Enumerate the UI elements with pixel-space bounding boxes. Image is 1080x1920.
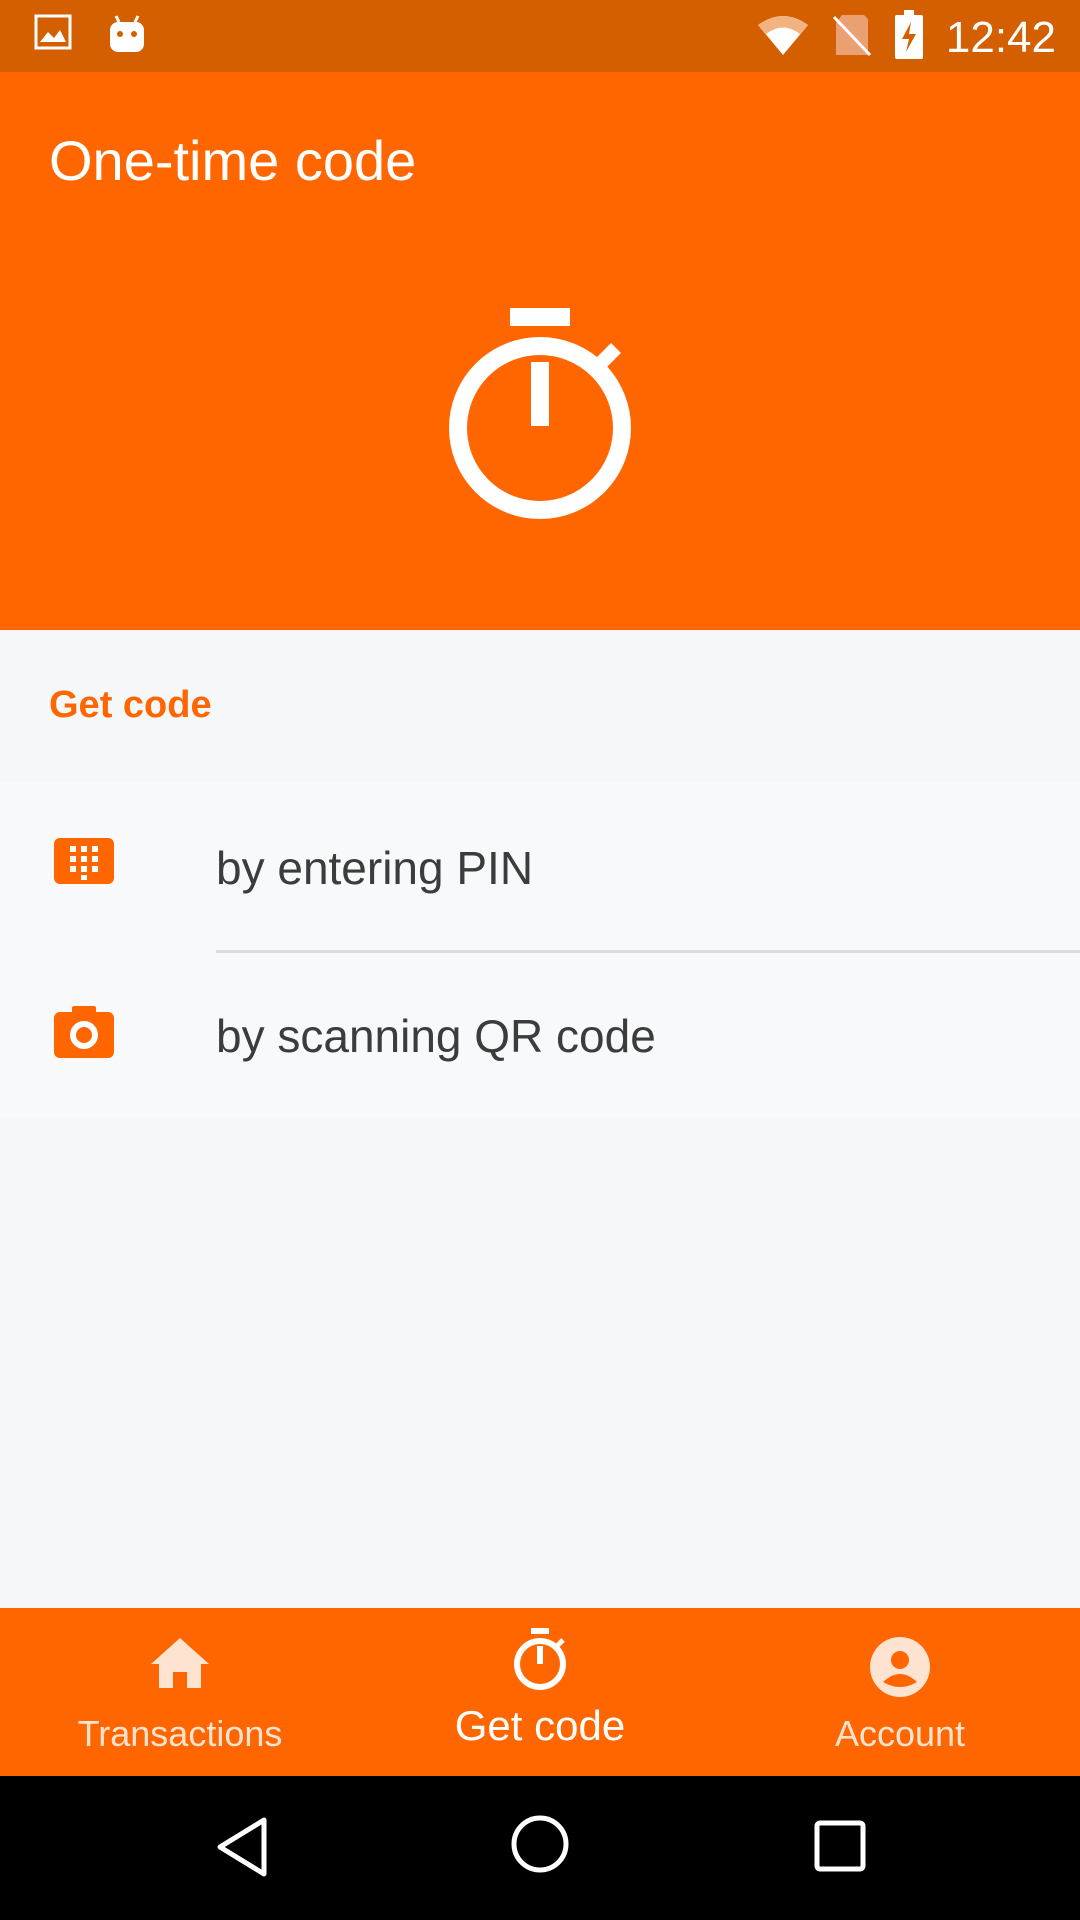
page-title: One-time code: [49, 129, 417, 192]
nav-item-get-code[interactable]: Get code: [360, 1608, 720, 1776]
list-item-label: by scanning QR code: [216, 1010, 656, 1062]
nav-item-transactions[interactable]: Transactions: [0, 1608, 360, 1776]
nav-label: Get code: [454, 1702, 626, 1749]
dialpad-icon: [54, 838, 114, 888]
system-navigation-bar: [0, 1776, 1080, 1920]
list-item-enter-pin[interactable]: by entering PIN: [0, 782, 1080, 953]
back-icon[interactable]: [214, 1816, 268, 1883]
app-header: One-time code: [0, 72, 1080, 630]
status-clock: 12:42: [945, 12, 1056, 62]
image-icon: [34, 14, 72, 61]
home-icon: [149, 1636, 211, 1695]
battery-charging-icon: [894, 10, 924, 65]
home-circle-icon[interactable]: [510, 1814, 570, 1879]
android-icon: [108, 14, 146, 61]
status-bar: 12:42: [0, 0, 1080, 72]
list-item-label: by entering PIN: [216, 842, 534, 894]
get-code-options-list: by entering PIN by scanning QR code: [0, 782, 1080, 1118]
content-area: Get code by entering PIN by scanning QR …: [0, 630, 1080, 1608]
wifi-icon: [756, 13, 810, 62]
list-item-scan-qr[interactable]: by scanning QR code: [0, 950, 1080, 1118]
nav-item-account[interactable]: Account: [720, 1608, 1080, 1776]
bottom-navigation: Transactions Get code Account: [0, 1608, 1080, 1776]
nav-label: Transactions: [77, 1713, 283, 1754]
stopwatch-icon: [444, 308, 640, 525]
no-sim-icon: [832, 13, 872, 62]
section-header: Get code: [49, 684, 212, 726]
camera-icon: [54, 1006, 114, 1058]
nav-label: Account: [834, 1713, 966, 1754]
stopwatch-icon: [511, 1628, 569, 1697]
account-circle-icon: [869, 1636, 931, 1703]
recents-icon[interactable]: [814, 1820, 866, 1877]
